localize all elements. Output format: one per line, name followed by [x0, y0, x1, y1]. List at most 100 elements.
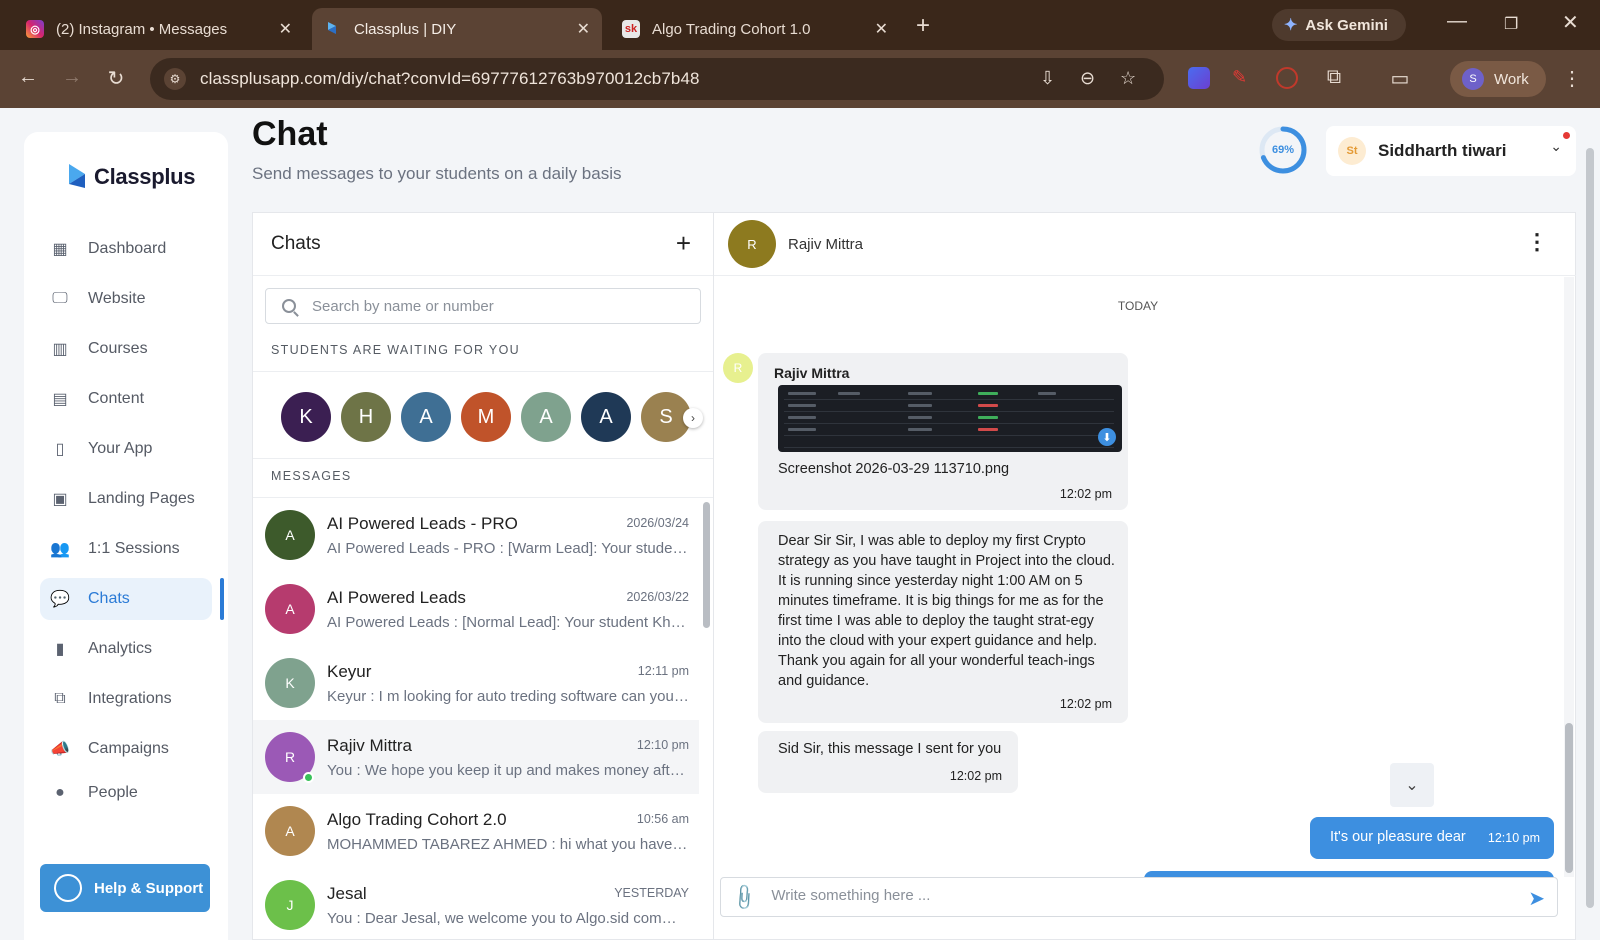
- install-app-icon[interactable]: ⇩: [1040, 68, 1055, 89]
- zoom-icon[interactable]: ⊖: [1080, 68, 1095, 89]
- bookmark-star-icon[interactable]: ☆: [1120, 68, 1136, 89]
- sidebar-item-landing-pages[interactable]: ▣ Landing Pages: [40, 478, 212, 520]
- download-icon[interactable]: ⬇: [1098, 428, 1116, 446]
- url-text[interactable]: classplusapp.com/diy/chat?convId=6977761…: [200, 69, 700, 89]
- profile-work-button[interactable]: S Work: [1450, 61, 1546, 97]
- tab-classplus[interactable]: Classplus | DIY ✕: [312, 8, 602, 50]
- profile-label: Work: [1494, 70, 1529, 88]
- chat-avatar: A: [265, 584, 315, 634]
- attach-paperclip-icon[interactable]: 📎: [729, 882, 760, 913]
- waiting-students-row: K H A M A A S ›: [253, 371, 713, 459]
- new-chat-plus-icon[interactable]: +: [676, 228, 691, 259]
- send-icon[interactable]: ➤: [1528, 886, 1545, 911]
- attachment-filename[interactable]: Screenshot 2026-03-29 113710.png: [778, 461, 1009, 477]
- chat-avatar: A: [265, 806, 315, 856]
- tab-instagram[interactable]: ◎ (2) Instagram • Messages ✕: [14, 8, 304, 50]
- sidebar-item-campaigns[interactable]: 📣 Campaigns: [40, 728, 212, 770]
- list-item[interactable]: R Rajiv Mittra 12:10 pm You : We hope yo…: [253, 720, 699, 794]
- more-options-icon[interactable]: ⋮: [1526, 229, 1548, 255]
- sidebar-item-chats[interactable]: 💬 Chats: [40, 578, 212, 620]
- sidebar-item-courses[interactable]: ▥ Courses: [40, 328, 212, 370]
- reload-icon[interactable]: ↻: [104, 66, 128, 91]
- chat-time: 2026/03/22: [626, 590, 689, 604]
- list-item[interactable]: A AI Powered Leads 2026/03/22 AI Powered…: [253, 572, 699, 646]
- page-subtitle: Send messages to your students on a dail…: [252, 164, 622, 183]
- restore-icon[interactable]: ❐: [1504, 14, 1518, 34]
- waiting-student-avatar[interactable]: A: [401, 392, 451, 442]
- classplus-icon: [324, 20, 342, 38]
- close-icon[interactable]: ✕: [875, 19, 888, 39]
- contact-name[interactable]: Rajiv Mittra: [788, 236, 863, 253]
- sidebar-item-label: Courses: [88, 340, 148, 357]
- chat-name: Jesal: [327, 884, 367, 903]
- page-scrollbar[interactable]: [1586, 148, 1594, 908]
- sidebar-item-dashboard[interactable]: ▦ Dashboard: [40, 228, 212, 270]
- sidebar-item-your-app[interactable]: ▯ Your App: [40, 428, 212, 470]
- attachment-thumbnail[interactable]: ⬇: [778, 385, 1122, 452]
- messages-scrollbar[interactable]: [703, 502, 710, 628]
- extensions-puzzle-icon[interactable]: ⧉: [1322, 66, 1346, 89]
- sk-icon: sk: [622, 20, 640, 38]
- extension-pen-icon[interactable]: ✎: [1232, 67, 1254, 89]
- message-text: Sid Sir, this message I sent for you: [778, 741, 1002, 757]
- sidebar-item-content[interactable]: ▤ Content: [40, 378, 212, 420]
- waiting-student-avatar[interactable]: A: [581, 392, 631, 442]
- scroll-to-bottom-button[interactable]: ⌄: [1390, 763, 1434, 807]
- profile-avatar: S: [1462, 68, 1484, 90]
- tab-algo-trading[interactable]: sk Algo Trading Cohort 1.0 ✕: [610, 8, 900, 50]
- forward-icon[interactable]: →: [60, 66, 84, 89]
- sidebar-item-label: Campaigns: [88, 740, 169, 757]
- waiting-student-avatar[interactable]: A: [521, 392, 571, 442]
- list-item[interactable]: A AI Powered Leads - PRO 2026/03/24 AI P…: [253, 498, 699, 572]
- waiting-student-avatar[interactable]: K: [281, 392, 331, 442]
- minimize-icon[interactable]: —: [1447, 10, 1467, 33]
- campaigns-icon: 📣: [50, 741, 70, 758]
- message-time: 12:02 pm: [949, 769, 1002, 783]
- message-text: It's our pleasure dear: [1330, 829, 1466, 845]
- contact-avatar[interactable]: R: [728, 220, 776, 268]
- setup-progress-ring[interactable]: 69%: [1258, 125, 1308, 175]
- window-close-icon[interactable]: ✕: [1562, 10, 1579, 35]
- help-support-button[interactable]: Help & Support: [40, 864, 210, 912]
- message-input[interactable]: [771, 887, 1512, 907]
- site-info-icon[interactable]: ⚙: [164, 68, 186, 90]
- tab-title: Classplus | DIY: [354, 20, 457, 38]
- list-item[interactable]: K Keyur 12:11 pm Keyur : I m looking for…: [253, 646, 699, 720]
- classplus-logo[interactable]: Classplus: [66, 162, 196, 192]
- new-tab-button[interactable]: +: [916, 12, 930, 40]
- chat-preview: You : We hope you keep it up and makes m…: [327, 762, 689, 779]
- sidebar-item-website[interactable]: 🖵 Website: [40, 278, 212, 320]
- chat-preview: MOHAMMED TABAREZ AHMED : hi what you hav…: [327, 836, 689, 853]
- tab-search-icon[interactable]: ▭: [1388, 66, 1412, 91]
- sidebar: Classplus ▦ Dashboard 🖵 Website ▥ Course…: [24, 132, 228, 940]
- sidebar-item-people[interactable]: ● People: [40, 778, 212, 808]
- close-icon[interactable]: ✕: [279, 19, 292, 39]
- chats-title: Chats: [271, 233, 321, 254]
- extension-shield-icon[interactable]: [1188, 67, 1210, 89]
- list-item[interactable]: J Jesal YESTERDAY You : Dear Jesal, we w…: [253, 868, 699, 940]
- address-bar[interactable]: ⚙ classplusapp.com/diy/chat?convId=69777…: [150, 58, 1164, 100]
- chat-search[interactable]: [265, 288, 701, 324]
- sidebar-item-analytics[interactable]: ▮ Analytics: [40, 628, 212, 670]
- back-icon[interactable]: ←: [16, 66, 40, 89]
- ask-gemini-button[interactable]: ✦ Ask Gemini: [1272, 9, 1406, 41]
- chat-preview: AI Powered Leads - PRO : [Warm Lead]: Yo…: [327, 540, 689, 557]
- close-icon[interactable]: ✕: [577, 19, 590, 39]
- sidebar-item-sessions[interactable]: 👥 1:1 Sessions: [40, 528, 212, 570]
- chat-search-input[interactable]: [312, 297, 672, 315]
- message-time: 12:02 pm: [1059, 697, 1112, 711]
- extension-record-icon[interactable]: [1276, 67, 1298, 89]
- waiting-student-avatar[interactable]: M: [461, 392, 511, 442]
- chevron-right-icon[interactable]: ›: [683, 408, 703, 428]
- sidebar-item-label: Website: [88, 290, 146, 307]
- sidebar-item-integrations[interactable]: ⧉ Integrations: [40, 678, 212, 720]
- chat-preview: AI Powered Leads : [Normal Lead]: Your s…: [327, 614, 689, 631]
- browser-menu-icon[interactable]: ⋮: [1560, 66, 1584, 91]
- people-icon: ●: [55, 784, 65, 801]
- chat-time: 10:56 am: [636, 812, 689, 826]
- sidebar-item-label: Analytics: [88, 640, 153, 657]
- waiting-student-avatar[interactable]: H: [341, 392, 391, 442]
- user-profile-dropdown[interactable]: St Siddharth tiwari ⌄: [1326, 126, 1576, 176]
- list-item[interactable]: A Algo Trading Cohort 2.0 10:56 am MOHAM…: [253, 794, 699, 868]
- conversation-scrollbar[interactable]: [1565, 723, 1573, 873]
